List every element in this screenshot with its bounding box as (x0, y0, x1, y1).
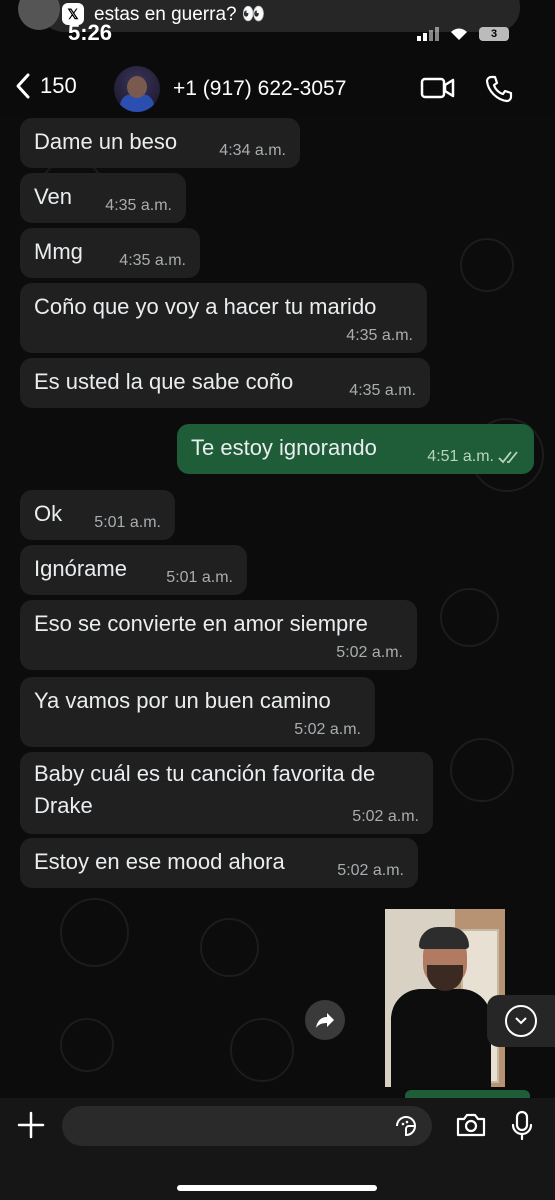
read-receipt-icon (498, 451, 518, 464)
message-bubble[interactable]: Estoy en ese mood ahora 5:02 a.m. (20, 838, 418, 888)
sticker-icon[interactable] (394, 1114, 418, 1138)
message-bubble[interactable]: Es usted la que sabe coño 4:35 a.m. (20, 358, 430, 408)
video-thumbnail[interactable] (385, 909, 505, 1087)
message-text: Coño que yo voy a hacer tu marido (34, 294, 377, 319)
wallpaper-doodle (440, 588, 499, 647)
message-text: Eso se convierte en amor siempre (34, 611, 368, 636)
message-text: Es usted la que sabe coño (34, 369, 294, 394)
message-text: Ven (34, 184, 72, 209)
chat-header: 150 +1 (917) 622-3057 (0, 60, 555, 118)
message-bubble[interactable]: Ven 4:35 a.m. (20, 173, 186, 223)
back-button[interactable]: 150 (14, 72, 77, 100)
message-time: 5:02 a.m. (294, 721, 361, 738)
message-time: 5:01 a.m. (166, 569, 233, 586)
message-text-line2: Drake (34, 793, 93, 818)
message-bubble[interactable]: Ya vamos por un buen camino 5:02 a.m. (20, 677, 375, 747)
camera-icon[interactable] (455, 1112, 487, 1138)
message-text: Ok (34, 501, 63, 526)
message-bubble[interactable]: Baby cuál es tu canción favorita de Drak… (20, 752, 433, 834)
microphone-icon[interactable] (510, 1110, 534, 1142)
message-bubble[interactable]: Coño que yo voy a hacer tu marido 4:35 a… (20, 283, 427, 353)
plus-icon[interactable] (16, 1110, 46, 1140)
message-text: Mmg (34, 239, 83, 264)
message-text: Ignórame (34, 556, 127, 581)
message-bubble-outgoing[interactable]: Te estoy ignorando 4:51 a.m. (177, 424, 534, 474)
message-text: Ya vamos por un buen camino (34, 688, 331, 713)
wallpaper-doodle (60, 898, 129, 967)
message-time: 5:01 a.m. (94, 514, 161, 531)
message-bubble[interactable]: Mmg 4:35 a.m. (20, 228, 200, 278)
wallpaper-doodle (60, 1018, 114, 1072)
wallpaper-doodle (200, 918, 259, 977)
message-time: 5:02 a.m. (352, 808, 419, 825)
message-time: 5:02 a.m. (337, 862, 404, 879)
message-time: 4:34 a.m. (219, 142, 286, 159)
wallpaper-doodle (450, 738, 514, 802)
scroll-to-bottom-button[interactable] (487, 995, 555, 1047)
status-time: 5:26 (68, 20, 113, 45)
message-time: 4:35 a.m. (346, 327, 413, 344)
message-bubble[interactable]: Eso se convierte en amor siempre 5:02 a.… (20, 600, 417, 670)
message-bubble[interactable]: Ok 5:01 a.m. (20, 490, 175, 540)
message-text: Dame un beso (34, 129, 178, 154)
message-bubble[interactable]: Ignórame 5:01 a.m. (20, 545, 247, 595)
message-text: Baby cuál es tu canción favorita de (34, 761, 376, 786)
battery-icon: 3 (479, 27, 509, 41)
wallpaper-doodle (460, 238, 514, 292)
message-time: 5:02 a.m. (336, 644, 403, 661)
message-time: 4:51 a.m. (427, 448, 494, 465)
message-time: 4:35 a.m. (119, 252, 186, 269)
status-icons: 3 (417, 26, 509, 42)
chevron-down-icon (505, 1005, 537, 1037)
notification-avatar (18, 0, 60, 30)
forward-icon (316, 1013, 334, 1028)
video-call-icon[interactable] (420, 74, 456, 102)
message-text: Estoy en ese mood ahora (34, 849, 285, 874)
contact-name[interactable]: +1 (917) 622-3057 (173, 77, 346, 101)
home-indicator (177, 1185, 377, 1191)
unread-count: 150 (40, 73, 77, 98)
phone-call-icon[interactable] (484, 74, 514, 104)
forward-button[interactable] (305, 1000, 345, 1040)
message-input[interactable] (62, 1106, 432, 1146)
wifi-icon (451, 28, 467, 40)
signal-icon (417, 27, 439, 41)
wallpaper-doodle (230, 1018, 294, 1082)
message-time: 4:35 a.m. (105, 197, 172, 214)
message-bubble[interactable]: Dame un beso 4:34 a.m. (20, 118, 300, 168)
message-time: 4:35 a.m. (349, 382, 416, 399)
notification-text: estas en guerra? 👀 (94, 4, 266, 25)
contact-avatar[interactable] (114, 66, 160, 112)
message-text: Te estoy ignorando (191, 435, 377, 460)
chevron-left-icon (16, 73, 30, 99)
